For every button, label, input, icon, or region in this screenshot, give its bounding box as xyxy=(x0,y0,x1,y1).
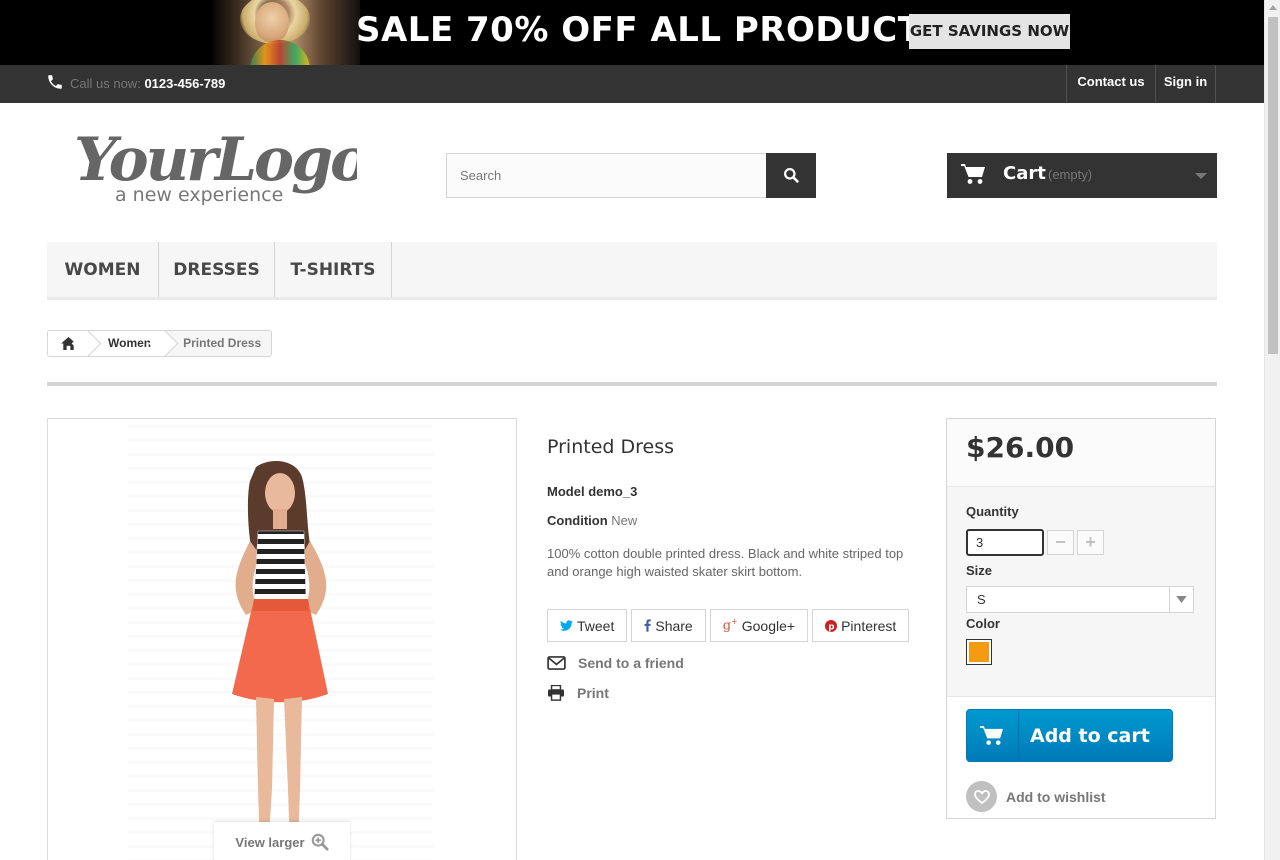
print-icon xyxy=(548,685,564,701)
contact-us-link[interactable]: Contact us xyxy=(1066,65,1155,103)
cart-icon xyxy=(967,710,1019,761)
send-to-friend-link[interactable]: Send to a friend xyxy=(547,655,684,671)
add-to-cart-label: Add to cart xyxy=(1030,724,1150,747)
color-swatch-orange[interactable] xyxy=(966,639,992,665)
size-select[interactable]: S xyxy=(966,586,1194,613)
twitter-icon xyxy=(560,619,573,631)
google-plus-icon: g+ xyxy=(722,617,738,634)
phone-number: 0123-456-789 xyxy=(144,76,226,91)
view-larger-button[interactable]: View larger xyxy=(214,822,350,860)
cart-icon xyxy=(961,164,985,184)
buy-box: $26.00 Quantity − + Size S Color Add to … xyxy=(946,418,1216,819)
product-description: 100% cotton double printed dress. Black … xyxy=(547,546,904,579)
cart-status: (empty) xyxy=(1048,167,1093,182)
menu-item-women[interactable]: WOMEN xyxy=(47,242,159,297)
search-button[interactable] xyxy=(766,153,816,198)
breadcrumb-current: Printed Dress xyxy=(183,336,262,350)
quantity-increase-button[interactable]: + xyxy=(1077,530,1104,555)
print-link[interactable]: Print xyxy=(547,685,609,701)
social-share: Tweet Share g+ Google+ p Pinterest xyxy=(547,609,910,642)
add-to-cart-button[interactable]: Add to cart xyxy=(966,709,1173,762)
facebook-icon xyxy=(644,619,652,632)
search-input[interactable] xyxy=(446,153,767,198)
plus-icon: + xyxy=(1085,532,1096,552)
site-logo[interactable]: YourLogo a new experience xyxy=(72,122,357,210)
zoom-in-icon xyxy=(311,833,329,851)
cart-label: Cart xyxy=(1003,163,1046,184)
product-title: Printed Dress xyxy=(547,436,675,458)
main-menu: WOMEN DRESSES T-SHIRTS xyxy=(47,242,1217,300)
heart-icon xyxy=(966,781,997,812)
svg-text:p: p xyxy=(829,622,835,632)
svg-text:a new experience: a new experience xyxy=(115,184,283,206)
menu-item-dresses[interactable]: DRESSES xyxy=(159,242,275,297)
phone-icon xyxy=(48,75,62,89)
scroll-up-icon[interactable] xyxy=(1269,5,1277,10)
call-us-text: Call us now: 0123-456-789 xyxy=(70,76,225,91)
promo-banner[interactable]: SALE 70% OFF ALL PRODUCTS GET SAVINGS NO… xyxy=(0,0,1264,65)
quantity-decrease-button[interactable]: − xyxy=(1047,530,1074,555)
quantity-input[interactable] xyxy=(966,529,1044,556)
product-info: Printed Dress Model demo_3 Condition New… xyxy=(547,436,917,701)
swatch-fill xyxy=(969,642,989,662)
promo-headline: SALE 70% OFF ALL PRODUCTS xyxy=(356,10,947,50)
menu-item-t-shirts[interactable]: T-SHIRTS xyxy=(275,242,392,297)
breadcrumb: Women Printed Dress xyxy=(47,330,273,357)
search-bar xyxy=(446,153,816,198)
call-us-label: Call us now: xyxy=(70,76,141,91)
scrollbar-thumb[interactable] xyxy=(1268,17,1278,354)
cart-dropdown[interactable]: Cart (empty) xyxy=(947,153,1217,198)
product-photo-model xyxy=(232,461,328,860)
size-select-value: S xyxy=(977,592,986,607)
share-button[interactable]: Share xyxy=(631,609,706,642)
product-condition: Condition New xyxy=(547,513,638,528)
add-to-wishlist-link[interactable]: Add to wishlist xyxy=(966,781,1106,812)
envelope-icon xyxy=(547,656,566,670)
product-model: Model demo_3 xyxy=(547,484,638,499)
promo-model-photo xyxy=(210,0,360,65)
breadcrumb-home[interactable] xyxy=(48,331,102,356)
page-scrollbar[interactable] xyxy=(1264,0,1280,860)
tweet-button[interactable]: Tweet xyxy=(547,609,628,642)
chevron-down-icon xyxy=(1195,173,1207,179)
size-label: Size xyxy=(966,563,993,578)
color-label: Color xyxy=(966,616,1000,631)
search-icon xyxy=(783,168,799,183)
google-plus-button[interactable]: g+ Google+ xyxy=(709,609,809,642)
product-price: $26.00 xyxy=(947,419,1215,487)
sign-in-link[interactable]: Sign in xyxy=(1155,65,1216,103)
chevron-down-icon xyxy=(1169,587,1193,612)
view-larger-label: View larger xyxy=(235,834,305,850)
pinterest-icon: p xyxy=(825,619,838,632)
quantity-label: Quantity xyxy=(966,504,1019,519)
minus-icon: − xyxy=(1055,532,1066,552)
product-image[interactable] xyxy=(47,418,517,860)
top-bar: Call us now: 0123-456-789 Contact us Sig… xyxy=(0,65,1264,103)
divider xyxy=(47,382,1217,386)
get-savings-button[interactable]: GET SAVINGS NOW xyxy=(909,14,1070,49)
pinterest-button[interactable]: p Pinterest xyxy=(812,609,910,642)
